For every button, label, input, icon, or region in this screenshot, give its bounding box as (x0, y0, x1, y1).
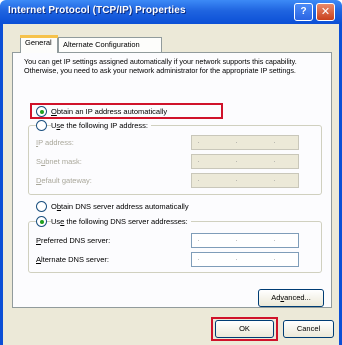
subnet-mask-field[interactable]: . . . (191, 154, 299, 169)
close-icon: ✕ (320, 6, 331, 18)
advanced-button[interactable]: Advanced... (258, 289, 324, 307)
tab-alternate-configuration[interactable]: Alternate Configuration (58, 37, 162, 52)
subnet-mask-label: Subnet mask: (36, 157, 82, 166)
help-icon: ? (300, 6, 307, 17)
use-following-dns-radio[interactable] (36, 216, 47, 227)
preferred-dns-label: Preferred DNS server: (36, 236, 111, 245)
obtain-dns-auto-radio[interactable] (36, 201, 47, 212)
obtain-ip-auto-label[interactable]: Obtain an IP address automatically (51, 107, 167, 116)
tab-general-label: General (25, 38, 52, 47)
use-following-dns-label[interactable]: Use the following DNS server addresses: (51, 217, 191, 226)
ip-address-label: IP address: (36, 138, 74, 147)
use-following-ip-label[interactable]: Use the following IP address: (51, 121, 152, 130)
tab-alternate-label: Alternate Configuration (63, 40, 140, 49)
ip-address-field[interactable]: . . . (191, 135, 299, 150)
default-gateway-label: Default gateway: (36, 176, 92, 185)
cancel-button[interactable]: Cancel (283, 320, 334, 338)
window-title: Internet Protocol (TCP/IP) Properties (8, 5, 186, 16)
use-following-ip-radio[interactable] (36, 120, 47, 131)
help-button[interactable]: ? (294, 3, 313, 21)
tab-general[interactable]: General (20, 35, 58, 53)
preferred-dns-field[interactable]: . . . (191, 233, 299, 248)
alternate-dns-label: Alternate DNS server: (36, 255, 109, 264)
close-button[interactable]: ✕ (316, 3, 335, 21)
obtain-ip-auto-radio[interactable] (36, 106, 47, 117)
description-text: You can get IP settings assigned automat… (24, 57, 297, 75)
obtain-dns-auto-label[interactable]: Obtain DNS server address automatically (51, 202, 189, 211)
title-bar[interactable]: Internet Protocol (TCP/IP) Properties ? … (0, 0, 342, 24)
default-gateway-field[interactable]: . . . (191, 173, 299, 188)
alternate-dns-field[interactable]: . . . (191, 252, 299, 267)
ok-button[interactable]: OK (215, 320, 274, 338)
